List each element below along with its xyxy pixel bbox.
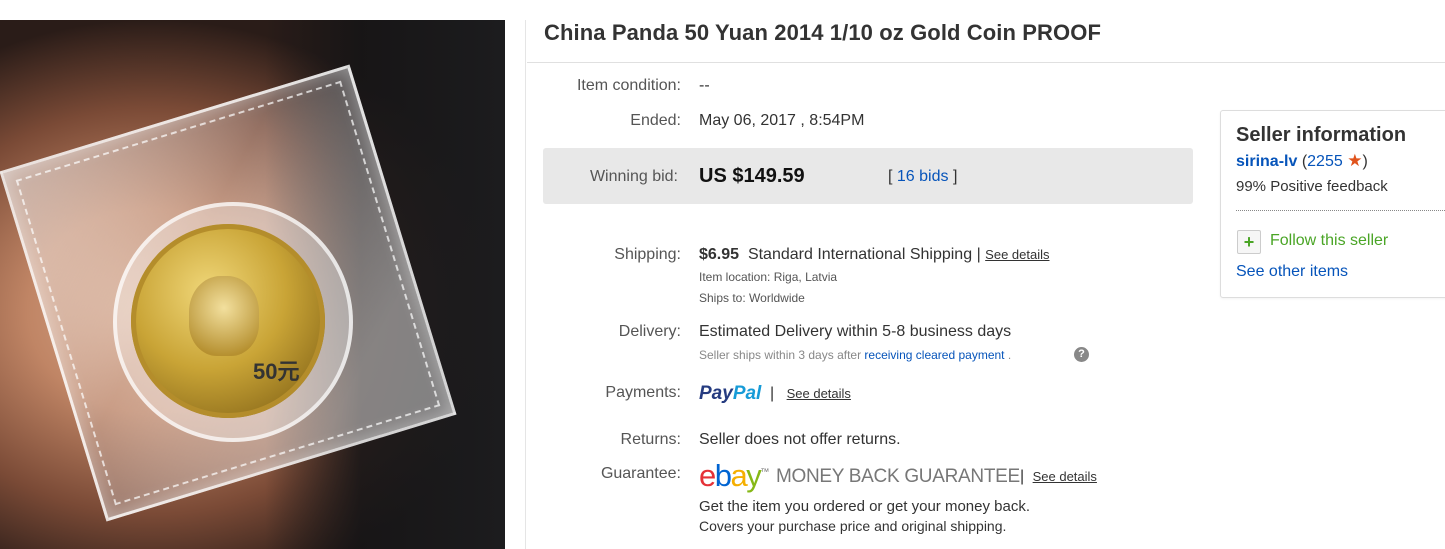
score-paren-close: ) (1362, 153, 1368, 170)
ended-value: May 06, 2017 , 8:54PM (699, 112, 865, 129)
seller-info-card: Seller information sirina-lv (2255 ★) 99… (1220, 110, 1445, 298)
seller-info-heading: Seller information (1236, 124, 1407, 146)
paypal-logo-pay: Pay (699, 383, 733, 404)
ebay-logo-y: y (746, 458, 762, 493)
shipping-sep: | (976, 246, 981, 263)
guarantee-line-1: Get the item you ordered or get your mon… (699, 498, 1031, 515)
delivery-note-pre: Seller ships within 3 days after (699, 348, 862, 362)
gold-coin: 50元 (131, 224, 325, 418)
delivery-estimate: Estimated Delivery within 5-8 business d… (699, 323, 1012, 340)
guarantee-see-details-link[interactable]: See details (1033, 469, 1097, 484)
delivery-note: Seller ships within 3 days after receivi… (699, 348, 1011, 362)
guarantee-see-details: | See details (1020, 468, 1097, 486)
payments-see-details: | See details (770, 385, 851, 403)
bid-history-link[interactable]: 16 bids (897, 168, 949, 185)
paypal-logo-pal: Pal (732, 383, 762, 404)
plus-icon[interactable]: + (1237, 230, 1261, 254)
item-location: Item location: Riga, Latvia (699, 270, 837, 284)
winning-bid-box: Winning bid: US $149.59 [ 16 bids ] (543, 148, 1193, 204)
guarantee-label: Guarantee: (600, 465, 681, 482)
bid-count: [ 16 bids ] (888, 168, 957, 186)
ended-label: Ended: (630, 112, 681, 129)
follow-seller-link[interactable]: Follow this seller (1270, 232, 1388, 250)
ships-to-value: Worldwide (749, 291, 805, 305)
ebay-logo-e: e (699, 458, 716, 493)
guarantee-line-2: Covers your purchase price and original … (699, 518, 1007, 534)
product-image[interactable]: 50元 (0, 20, 505, 549)
ships-to-label: Ships to: (699, 291, 746, 305)
panda-design (189, 276, 259, 356)
winning-bid-label: Winning bid: (589, 168, 678, 185)
help-icon[interactable]: ? (1074, 347, 1089, 362)
coin-denomination: 50元 (253, 359, 300, 384)
money-back-guarantee: MONEY BACK GUARANTEE (776, 466, 1020, 487)
returns-label: Returns: (620, 431, 681, 448)
bid-bracket-open: [ (888, 168, 893, 185)
seller-username-link[interactable]: sirina-lv (1236, 153, 1297, 170)
guarantee-sep: | (1020, 468, 1025, 485)
ebay-logo: ebay™ (699, 458, 769, 494)
shipping-method: Standard International Shipping (747, 246, 973, 263)
star-icon: ★ (1347, 151, 1363, 170)
winning-bid-price: US $149.59 (699, 165, 805, 187)
ships-to: Ships to: Worldwide (699, 291, 805, 305)
returns-value: Seller does not offer returns. (699, 431, 901, 448)
trademark-mark: ™ (760, 466, 770, 477)
condition-value: -- (699, 77, 710, 94)
delivery-label: Delivery: (618, 323, 681, 340)
shipping-label: Shipping: (614, 246, 681, 263)
title-rule (527, 62, 1445, 63)
seller-identity: sirina-lv (2255 ★) (1236, 151, 1368, 171)
cleared-payment-link[interactable]: receiving cleared payment (864, 348, 1004, 362)
payments-see-details-link[interactable]: See details (787, 386, 851, 401)
item-location-label: Item location: (699, 270, 771, 284)
shipping-cost: $6.95 (699, 246, 740, 263)
paypal-logo: PayPal (699, 383, 761, 405)
item-title: China Panda 50 Yuan 2014 1/10 oz Gold Co… (544, 20, 1101, 45)
see-other-items-link[interactable]: See other items (1236, 263, 1348, 281)
positive-feedback: 99% Positive feedback (1236, 178, 1388, 195)
condition-label: Item condition: (576, 77, 681, 94)
column-divider (525, 20, 526, 549)
shipping-line: $6.95 Standard International Shipping | … (699, 246, 1050, 264)
delivery-note-post: . (1007, 348, 1012, 362)
ebay-logo-b: b (714, 458, 732, 493)
shipping-see-details-link[interactable]: See details (985, 247, 1049, 262)
payments-label: Payments: (605, 384, 681, 401)
feedback-score-link[interactable]: 2255 (1307, 153, 1343, 170)
item-location-value: Riga, Latvia (773, 270, 838, 284)
bid-bracket-close: ] (952, 168, 958, 185)
payments-sep: | (770, 385, 775, 402)
seller-divider (1236, 210, 1445, 211)
ebay-logo-a: a (730, 458, 748, 493)
